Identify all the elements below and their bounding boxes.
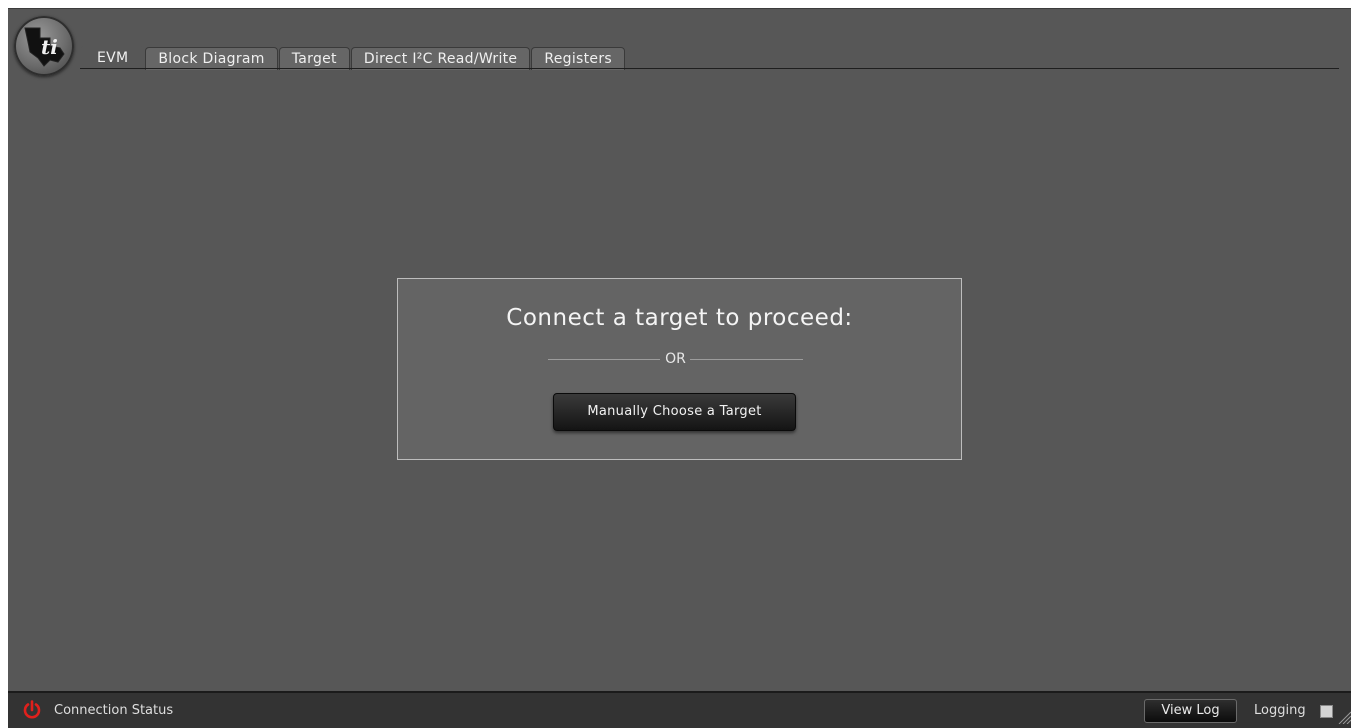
connect-prompt-title: Connect a target to proceed:	[506, 305, 853, 331]
connect-target-panel: Connect a target to proceed: OR Manually…	[397, 278, 962, 460]
or-label: OR	[665, 351, 686, 367]
view-log-button[interactable]: View Log	[1144, 699, 1237, 723]
connection-status-label: Connection Status	[54, 703, 174, 718]
tab-divider	[80, 68, 1339, 69]
tab-direct-i2c-read-write[interactable]: Direct I²C Read/Write	[350, 47, 531, 70]
tab-bar: EVM Block Diagram Target Direct I²C Read…	[80, 46, 626, 70]
status-bar: Connection Status View Log Logging	[8, 691, 1351, 728]
ti-logo-icon: ti	[14, 16, 74, 76]
svg-text:ti: ti	[41, 35, 58, 59]
tab-evm[interactable]: EVM	[80, 46, 145, 70]
manually-choose-target-button[interactable]: Manually Choose a Target	[553, 393, 796, 431]
app-window: ti EVM Block Diagram Target Direct I²C R…	[8, 8, 1351, 728]
tab-target[interactable]: Target	[278, 47, 350, 70]
logging-label: Logging	[1254, 703, 1306, 718]
logging-checkbox[interactable]	[1320, 705, 1333, 718]
or-divider: OR	[548, 351, 803, 369]
tab-block-diagram[interactable]: Block Diagram	[145, 47, 278, 70]
tab-registers[interactable]: Registers	[531, 47, 625, 70]
power-icon	[22, 700, 42, 724]
resize-grip-icon[interactable]	[1337, 709, 1351, 728]
